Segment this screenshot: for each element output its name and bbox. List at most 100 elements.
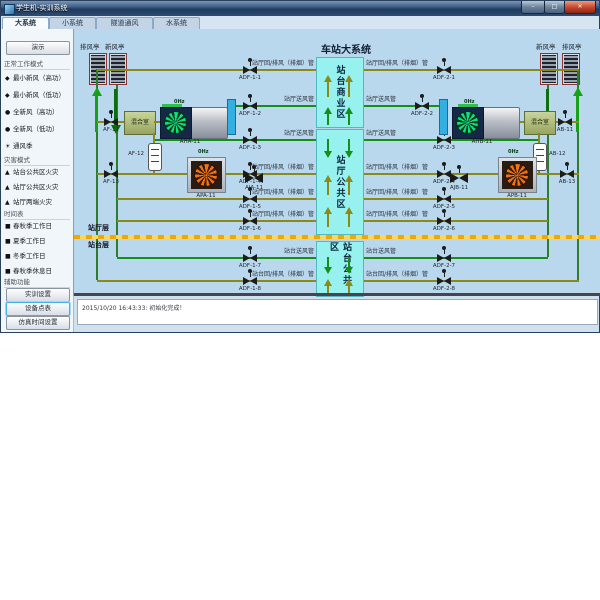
sidebar-item-winter-workday[interactable]: ■冬季工作日 — [5, 251, 71, 262]
item-label: 站台公共区火灾 — [13, 168, 59, 176]
sidebar-item-full-fresh-low[interactable]: ●全新风（低功） — [5, 124, 71, 135]
butterfly-valve-icon[interactable]: AJA-11 — [244, 165, 264, 183]
item-label: 最小新风（高功） — [13, 74, 65, 82]
zone-platform-commercial: 站台商业区 — [316, 57, 364, 128]
return-arrow-stem — [327, 82, 329, 97]
demo-button[interactable]: 演示 — [6, 41, 70, 55]
section-header-timetable: 时间表 — [4, 210, 70, 220]
return-arrow-stem — [348, 82, 350, 97]
diagram-title: 车站大系统 — [306, 41, 386, 56]
calendar-icon: ■ — [5, 221, 13, 232]
hall-level-label: 站厅层 — [88, 223, 109, 233]
fresh-shaft-label: 新风亭 — [105, 41, 125, 51]
item-label: 全新风（高功） — [13, 108, 59, 116]
duct-label: 站台送风管 — [366, 248, 396, 255]
ahu-code: AHA-11 — [170, 139, 210, 145]
damper-icon[interactable]: ADF-1-2 — [242, 94, 258, 110]
duct-label: 站台回/排风（排烟）管 — [366, 271, 428, 278]
duct-label: 站厅送风管 — [366, 96, 396, 103]
damper-icon[interactable]: ADF-1-7 — [242, 246, 258, 262]
damper-icon[interactable]: ADF-1-6 — [242, 209, 258, 225]
supply-arrow-stem — [348, 139, 350, 151]
damper-icon[interactable]: ADF-1-8 — [242, 269, 258, 285]
return-fan-code: APA-11 — [186, 193, 226, 199]
duct-label: 站厅送风管 — [284, 130, 314, 137]
item-label: 春秋季休息日 — [13, 267, 52, 275]
tab-small-system[interactable]: 小系统 — [49, 17, 96, 29]
damper-icon[interactable]: AB-13 — [559, 162, 575, 178]
butterfly-valve-icon[interactable]: AJB-11 — [449, 165, 469, 183]
damper-code: ADF-2-8 — [430, 286, 458, 292]
platform-floor — [74, 293, 600, 296]
duct-label: 站台回/排风（排烟）管 — [252, 271, 314, 278]
damper-code: ADF-1-8 — [236, 286, 264, 292]
duct-label: 站厅回/排风（排烟）管 — [252, 211, 314, 218]
simulation-time-button[interactable]: 仿真时间设置 — [6, 316, 70, 330]
damper-icon[interactable]: AF-11 — [103, 110, 119, 126]
damper-code: AF-11 — [97, 127, 125, 133]
duct-label: 站台送风管 — [284, 248, 314, 255]
sidebar-item-min-fresh-low[interactable]: ◆最小新风（低功） — [5, 90, 71, 101]
duct-label: 站厅回/排风（排烟）管 — [252, 60, 314, 67]
fan-icon: ◆ — [5, 73, 13, 84]
pipe — [362, 220, 548, 222]
sidebar-item-vent-season[interactable]: ☀通风季 — [5, 141, 71, 152]
vertical-damper-icon[interactable] — [148, 143, 162, 171]
return-arrow-icon — [324, 207, 332, 214]
duct-label: 站厅回/排风（排烟）管 — [366, 211, 428, 218]
event-log[interactable]: 2015/10/20 16:43:33: 初始化完成！ — [77, 299, 598, 325]
damper-icon[interactable]: ADF-2-1 — [436, 58, 452, 74]
fire-icon: ▲ — [5, 197, 13, 208]
minimize-button[interactable]: – — [521, 1, 545, 14]
section-header-normal-mode: 正常工作模式 — [4, 60, 70, 70]
damper-code: ADF-1-1 — [236, 75, 264, 81]
duct-label: 站厅回/排风（排烟）管 — [366, 60, 428, 67]
exhaust-shaft-label: 排风亭 — [562, 41, 582, 51]
close-button[interactable]: ✕ — [564, 1, 596, 14]
damper-icon[interactable]: ADF-2-8 — [436, 269, 452, 285]
pipe — [97, 69, 316, 71]
maximize-button[interactable]: □ — [544, 1, 565, 14]
return-arrow-icon — [324, 75, 332, 82]
sidebar-item-hall-ends-fire[interactable]: ▲站厅两端火灾 — [5, 197, 71, 208]
return-fan-code: APB-11 — [497, 193, 537, 199]
sidebar-item-full-fresh-high[interactable]: ●全新风（高功） — [5, 107, 71, 118]
damper-icon[interactable]: ADF-2-7 — [436, 246, 452, 262]
mixing-chamber[interactable]: 混合室 — [524, 111, 556, 135]
training-settings-button[interactable]: 实训设置 — [6, 288, 70, 302]
damper-icon[interactable]: ADF-1-3 — [242, 128, 258, 144]
sidebar-item-spring-autumn-workday[interactable]: ■春秋季工作日 — [5, 221, 71, 232]
supply-arrow-icon — [345, 151, 353, 158]
fan-icon: ● — [5, 107, 13, 118]
sidebar-item-min-fresh-high[interactable]: ◆最小新风（高功） — [5, 73, 71, 84]
sidebar-item-spring-autumn-restday[interactable]: ■春秋季休息日 — [5, 266, 71, 277]
damper-icon[interactable]: AF-13 — [103, 162, 119, 178]
mixing-chamber[interactable]: 混合室 — [124, 111, 156, 135]
tab-tunnel-vent[interactable]: 隧道通风 — [96, 17, 153, 29]
damper-icon[interactable]: ADF-2-2 — [414, 94, 430, 110]
supply-arrow-stem — [327, 139, 329, 151]
duct-label: 站厅回/排风（排烟）管 — [366, 189, 428, 196]
pipe — [97, 280, 316, 282]
section-header-disaster-mode: 灾害模式 — [4, 156, 70, 166]
ahu-code: AHB-11 — [462, 139, 502, 145]
sidebar-item-hall-fire[interactable]: ▲站厅公共区火灾 — [5, 182, 71, 193]
device-point-table-button[interactable]: 设备点表 — [6, 302, 70, 316]
title-bar[interactable]: 学生机-实训系统 – □ ✕ — [1, 1, 599, 16]
damper-icon[interactable]: AB-11 — [557, 110, 573, 126]
return-arrow-icon — [345, 279, 353, 286]
item-label: 全新风（低功） — [13, 125, 59, 133]
supply-arrow-stem — [327, 257, 329, 267]
damper-icon[interactable]: ADF-1-1 — [242, 58, 258, 74]
valve-code: AJB-11 — [444, 185, 474, 191]
pipe — [362, 69, 579, 71]
tab-water-system[interactable]: 水系统 — [153, 17, 200, 29]
return-arrow-icon — [324, 175, 332, 182]
return-arrow-icon — [345, 75, 353, 82]
sidebar-item-summer-workday[interactable]: ■夏季工作日 — [5, 236, 71, 247]
platform-level-label: 站台层 — [88, 240, 109, 250]
sidebar-item-platform-fire[interactable]: ▲站台公共区火灾 — [5, 167, 71, 178]
damper-code: ADF-2-3 — [430, 145, 458, 151]
valve-code: AJA-11 — [239, 185, 269, 191]
damper-icon[interactable]: ADF-2-6 — [436, 209, 452, 225]
